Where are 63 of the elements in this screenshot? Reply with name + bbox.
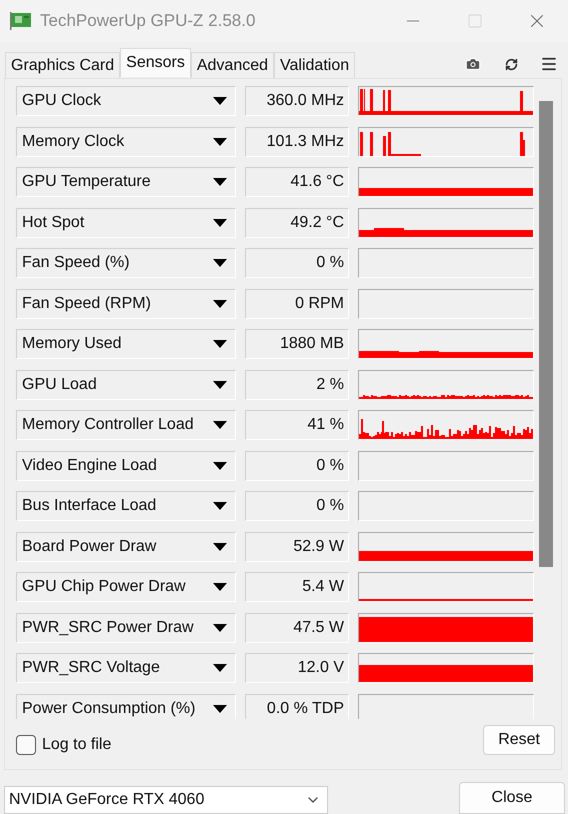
sensor-select[interactable]: Power Consumption (%) bbox=[16, 694, 236, 719]
gpu-select[interactable]: NVIDIA GeForce RTX 4060 bbox=[4, 786, 328, 814]
dropdown-arrow-icon bbox=[213, 259, 227, 267]
window-title: TechPowerUp GPU-Z 2.58.0 bbox=[40, 11, 256, 31]
sensor-select[interactable]: GPU Load bbox=[16, 370, 236, 400]
dropdown-arrow-icon bbox=[213, 340, 227, 348]
dropdown-arrow-icon bbox=[213, 300, 227, 308]
sensor-select[interactable]: Board Power Draw bbox=[16, 532, 236, 562]
sensor-select[interactable]: GPU Temperature bbox=[16, 167, 236, 197]
dropdown-arrow-icon bbox=[213, 178, 227, 186]
tab[interactable]: Sensors bbox=[120, 48, 191, 77]
tab[interactable]: Graphics Card bbox=[5, 52, 120, 78]
sensor-value: 0.0 % TDP bbox=[245, 694, 349, 719]
sensor-value: 0 % bbox=[245, 491, 349, 521]
sensor-value: 52.9 W bbox=[245, 532, 349, 562]
sensor-value: 12.0 V bbox=[245, 653, 349, 683]
tab[interactable]: Advanced bbox=[190, 52, 274, 78]
checkbox-label: Log to file bbox=[42, 736, 112, 754]
tab[interactable]: Validation bbox=[274, 52, 356, 78]
dropdown-arrow-icon bbox=[213, 502, 227, 510]
sensor-value: 49.2 °C bbox=[245, 208, 349, 238]
sensor-select[interactable]: Bus Interface Load bbox=[16, 491, 236, 521]
sensor-value: 2 % bbox=[245, 370, 349, 400]
sensor-value: 5.4 W bbox=[245, 572, 349, 602]
sensor-value: 1880 MB bbox=[245, 329, 349, 359]
dropdown-arrow-icon bbox=[213, 421, 227, 429]
sensor-value: 101.3 MHz bbox=[245, 126, 349, 156]
sensor-value: 0 RPM bbox=[245, 288, 349, 318]
dropdown-arrow-icon bbox=[213, 583, 227, 591]
sensor-select[interactable]: GPU Chip Power Draw bbox=[16, 572, 236, 602]
dropdown-arrow-icon bbox=[213, 97, 227, 105]
close-dialog-button[interactable]: Close bbox=[459, 782, 565, 814]
sensor-select[interactable]: Memory Used bbox=[16, 329, 236, 359]
refresh-icon[interactable] bbox=[504, 58, 518, 70]
dropdown-arrow-icon bbox=[213, 624, 227, 632]
sensor-select[interactable]: Memory Clock bbox=[16, 126, 236, 156]
dropdown-arrow-icon bbox=[213, 218, 227, 226]
menu-icon[interactable] bbox=[540, 55, 558, 73]
sensor-value: 41.6 °C bbox=[245, 167, 349, 197]
sensor-value: 360.0 MHz bbox=[245, 86, 349, 116]
scrollbar-thumb[interactable] bbox=[539, 101, 553, 567]
dropdown-arrow-icon bbox=[213, 542, 227, 550]
sensor-select[interactable]: PWR_SRC Power Draw bbox=[16, 612, 236, 642]
sensor-select[interactable]: Memory Controller Load bbox=[16, 410, 236, 440]
sensor-select[interactable]: Fan Speed (%) bbox=[16, 248, 236, 278]
sensor-value: 0 % bbox=[245, 450, 349, 480]
sensor-value: 47.5 W bbox=[245, 612, 349, 642]
log-to-file-checkbox[interactable]: Log to file bbox=[16, 735, 112, 755]
sensor-select[interactable]: PWR_SRC Voltage bbox=[16, 653, 236, 683]
camera-icon[interactable] bbox=[465, 56, 481, 72]
sensor-select[interactable]: Hot Spot bbox=[16, 208, 236, 238]
sensor-value: 0 % bbox=[245, 248, 349, 278]
dropdown-arrow-icon bbox=[213, 380, 227, 388]
reset-button[interactable]: Reset bbox=[483, 725, 555, 755]
dropdown-arrow-icon bbox=[213, 462, 227, 470]
dropdown-arrow-icon bbox=[213, 664, 227, 672]
dropdown-arrow-icon bbox=[213, 704, 227, 712]
dropdown-arrow-icon bbox=[213, 138, 227, 146]
sensor-value: 41 % bbox=[245, 410, 349, 440]
sensor-select[interactable]: Fan Speed (RPM) bbox=[16, 288, 236, 318]
sensor-select[interactable]: GPU Clock bbox=[16, 86, 236, 116]
app-icon bbox=[10, 12, 32, 30]
sensor-select[interactable]: Video Engine Load bbox=[16, 450, 236, 480]
